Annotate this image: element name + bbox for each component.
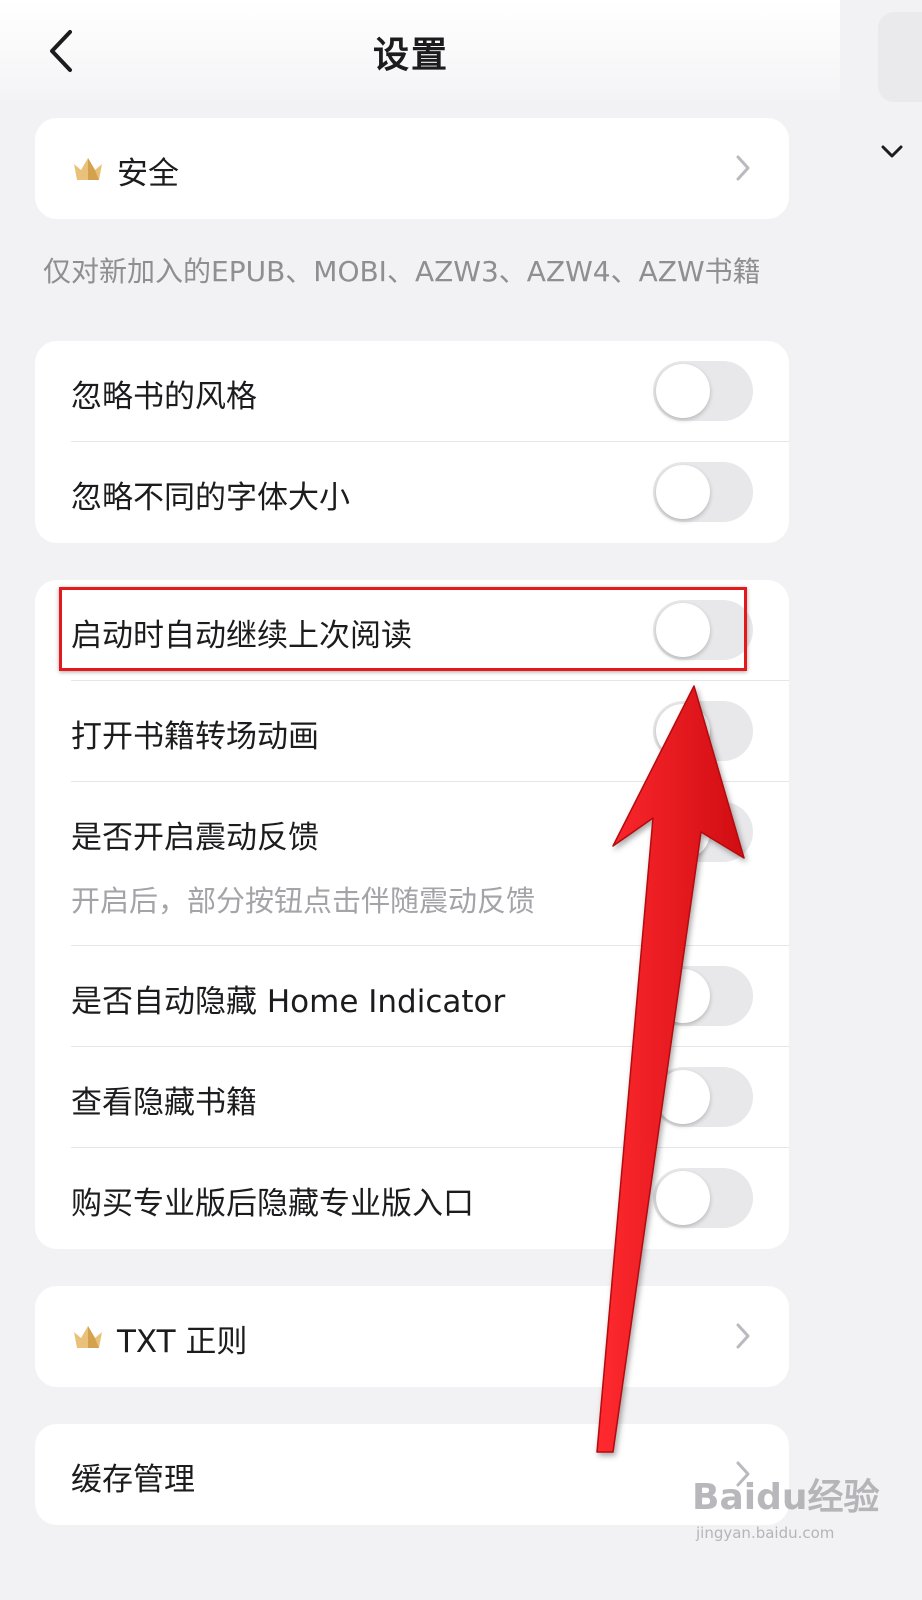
security-card[interactable]: 安全 (35, 118, 789, 219)
ignore-book-style-toggle[interactable] (653, 361, 753, 421)
vibration-feedback-description: 开启后，部分按钮点击伴随震动反馈 (71, 884, 536, 918)
list-item: 查看隐藏书籍 (35, 1047, 789, 1148)
list-item: 购买专业版后隐藏专业版入口 (35, 1148, 789, 1249)
toggle-knob (656, 704, 710, 758)
hide-home-indicator-label: 是否自动隐藏 Home Indicator (71, 984, 506, 1020)
watermark-url: jingyan.baidu.com (696, 1524, 835, 1542)
toggle-knob (656, 1171, 710, 1225)
page-title: 设置 (372, 35, 449, 76)
list-item: 忽略不同的字体大小 (35, 442, 789, 543)
highlight-box (59, 587, 747, 671)
watermark-brand: Baidu经验 (692, 1477, 880, 1518)
list-item: 是否自动隐藏 Home Indicator (35, 946, 789, 1047)
cache-management-card[interactable]: 缓存管理 (35, 1424, 789, 1525)
book-transition-toggle[interactable] (653, 701, 753, 761)
book-transition-label: 打开书籍转场动画 (71, 719, 319, 755)
hide-pro-entry-toggle[interactable] (653, 1168, 753, 1228)
toggle-knob (656, 969, 710, 1023)
security-row[interactable]: 安全 (35, 118, 789, 219)
list-item: 忽略书的风格 (35, 341, 789, 442)
crown-icon (74, 1326, 102, 1348)
chevron-right-icon (736, 1323, 750, 1349)
book-style-card: 忽略书的风格 忽略不同的字体大小 (35, 341, 789, 543)
toggle-knob (656, 465, 710, 519)
epub-format-note: 仅对新加入的EPUB、MOBI、AZW3、AZW4、AZW书籍 (43, 255, 761, 288)
adjacent-panel-button[interactable] (878, 12, 922, 102)
toggle-knob (656, 364, 710, 418)
ignore-book-style-label: 忽略书的风格 (71, 379, 257, 415)
ignore-font-size-toggle[interactable] (653, 462, 753, 522)
view-hidden-books-label: 查看隐藏书籍 (71, 1085, 257, 1121)
security-label: 安全 (117, 156, 179, 192)
chevron-down-icon (881, 145, 903, 158)
chevron-right-icon (736, 155, 750, 181)
list-item: 打开书籍转场动画 (35, 681, 789, 782)
list-item: 是否开启震动反馈 开启后，部分按钮点击伴随震动反馈 (35, 782, 789, 946)
txt-regex-card[interactable]: TXT 正则 (35, 1286, 789, 1387)
toggle-knob (656, 1070, 710, 1124)
cache-management-label: 缓存管理 (71, 1462, 195, 1498)
ignore-font-size-label: 忽略不同的字体大小 (71, 480, 350, 516)
navigation-bar: 设置 (0, 0, 840, 100)
watermark: Baidu经验 jingyan.baidu.com (692, 1468, 879, 1558)
toggle-knob (656, 805, 710, 859)
hide-home-indicator-toggle[interactable] (653, 966, 753, 1026)
cache-management-row[interactable]: 缓存管理 (35, 1424, 789, 1525)
view-hidden-books-toggle[interactable] (653, 1067, 753, 1127)
hide-pro-entry-label: 购买专业版后隐藏专业版入口 (71, 1186, 474, 1222)
vibration-feedback-toggle[interactable] (653, 802, 753, 862)
reading-settings-card: 启动时自动继续上次阅读 打开书籍转场动画 是否开启震动反馈 开启后，部分按钮点击… (35, 580, 789, 1249)
txt-regex-row[interactable]: TXT 正则 (35, 1286, 789, 1387)
vibration-feedback-label: 是否开启震动反馈 (71, 820, 319, 856)
crown-icon (74, 158, 102, 180)
adjacent-panel (862, 0, 922, 1600)
txt-regex-label: TXT 正则 (117, 1324, 248, 1360)
